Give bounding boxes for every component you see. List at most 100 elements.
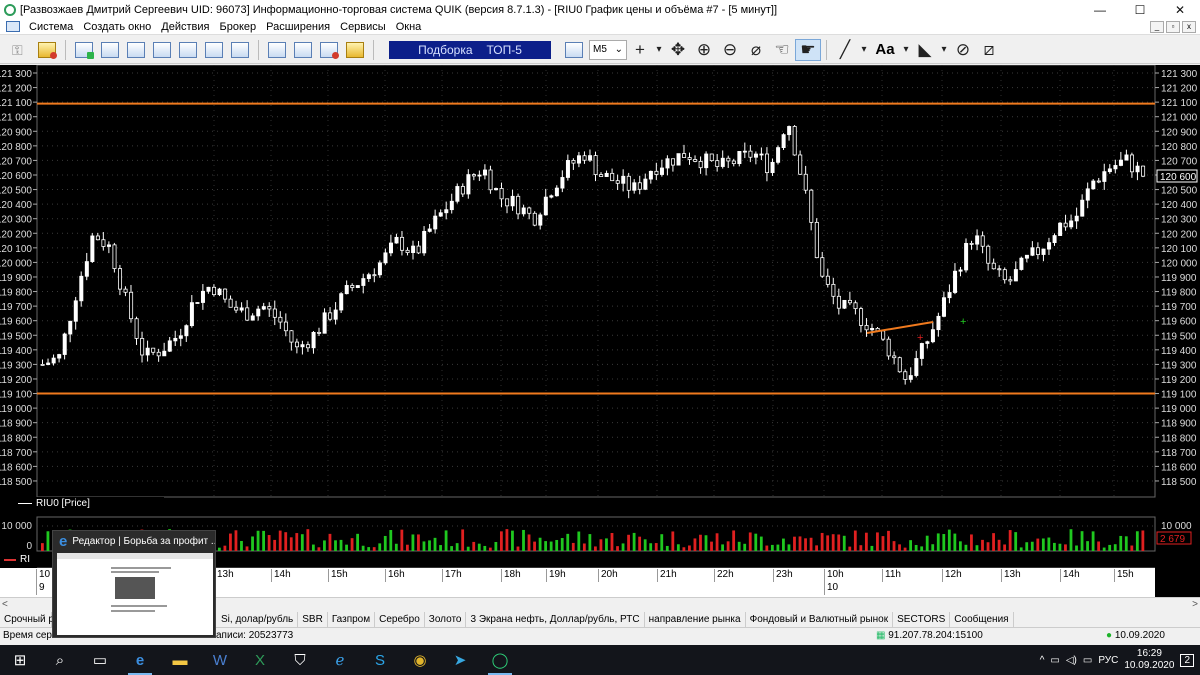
volume-bar [350,538,354,551]
quik-taskbar-icon[interactable]: ◯ [480,645,520,675]
menu-system[interactable]: Система [24,21,78,33]
store-icon[interactable]: ⛉ [280,645,320,675]
file-explorer-icon[interactable]: ▬ [160,645,200,675]
workspace-tab[interactable]: Фондовый и Валютный рынок [746,611,894,627]
ie-icon[interactable]: ℯ [320,645,360,675]
candle-up [776,147,781,163]
time-axis-label: 16h [385,569,442,582]
maximize-button[interactable]: ☐ [1120,0,1160,19]
scroll-left-icon[interactable]: < [2,599,8,610]
candle-down [123,288,128,293]
taskbar-thumbnail-preview[interactable]: e Редактор | Борьба за профит ... [52,530,216,638]
mdi-restore-button[interactable]: ▫ [1166,20,1180,33]
network-icon[interactable]: ▭ [1050,655,1059,666]
windows-start-icon[interactable]: ⊞ [0,645,40,675]
menu-new-window[interactable]: Создать окно [78,21,156,33]
hide-objects-icon[interactable]: ⊘ [950,40,976,60]
keyboard-language[interactable]: РУС [1098,655,1118,666]
candle-down [859,308,864,326]
volume-bar [737,541,741,551]
connect-button[interactable]: ⚿ [9,39,33,61]
workspace-tab[interactable]: Срочный р [0,611,54,627]
mdi-minimize-button[interactable]: _ [1150,20,1164,33]
word-icon[interactable]: W [200,645,240,675]
workspace-tab[interactable]: SBR [298,611,328,627]
chrome-icon[interactable]: ◉ [400,645,440,675]
volume-bar [439,545,442,551]
system-menu-icon[interactable] [6,21,20,32]
workspace-tab[interactable]: 3 Экрана нефть, Доллар/рубль, РТС [466,611,645,627]
volume-bar [522,529,525,551]
move-icon[interactable]: ✥ [665,40,691,60]
task-view-icon[interactable]: ▭ [80,645,120,675]
close-button[interactable]: ✕ [1160,0,1200,19]
volume-bar [284,532,288,551]
volume-bar [1119,535,1123,551]
search-icon[interactable]: ⌕ [40,645,80,675]
new-chart-button[interactable] [98,39,122,61]
crosshair-icon[interactable]: + [627,40,653,60]
candle-up [676,153,681,166]
minimize-button[interactable]: — [1080,0,1120,19]
menu-actions[interactable]: Действия [156,21,214,33]
volume-bar [837,534,841,551]
hand-icon[interactable]: ☜ [769,40,795,60]
workspace-tab[interactable]: Si, долар/рубль [217,611,299,627]
workspace-tab[interactable]: SECTORS [893,611,951,627]
workspace-tab[interactable]: Газпром [328,611,376,627]
menu-windows[interactable]: Окна [391,21,427,33]
price-axis-label-left: 120 600 [0,171,32,182]
volume-icon[interactable]: ◁) [1066,655,1077,666]
candle-down [709,153,714,162]
chevron-down-icon[interactable]: ▾ [653,44,665,55]
price-axis-label-left: 120 500 [0,186,32,197]
new-order-button[interactable] [265,39,289,61]
portfolio-button[interactable] [343,39,367,61]
menu-services[interactable]: Сервисы [335,21,391,33]
notifications-icon[interactable]: 2 [1180,653,1194,667]
candle-up [494,188,499,191]
edge-icon[interactable]: e [120,645,160,675]
text-tool-button[interactable]: Aa [870,41,900,58]
candle-down [1008,279,1013,282]
selection-dropdown[interactable]: Подборка ТОП-5 [389,40,551,59]
delete-table-button[interactable] [228,39,252,61]
erase-icon[interactable]: ⧄ [976,40,1002,60]
volume-bar [472,541,476,551]
excel-icon[interactable]: X [240,645,280,675]
chevron-down-icon[interactable]: ▾ [938,44,950,55]
scroll-right-icon[interactable]: > [1192,599,1198,610]
interval-select[interactable]: M5 ⌄ [589,39,627,60]
price-chart[interactable]: 121 300 121 300 121 200 121 200 121 100 121 1… [0,65,1200,597]
workspace-tab[interactable]: Сообщения [950,611,1014,627]
candle-up [588,155,593,161]
workspace-tab[interactable]: Серебро [375,611,425,627]
mdi-close-button[interactable]: x [1182,20,1196,33]
new-table-button[interactable] [72,39,96,61]
orders-button[interactable] [150,39,174,61]
disconnect-button[interactable] [35,39,59,61]
battery-icon[interactable]: ▭ [1083,655,1092,666]
taskbar-clock[interactable]: 16:29 10.09.2020 [1124,648,1174,672]
workspace-tab[interactable]: Золото [425,611,467,627]
line-tool-icon[interactable]: ╱ [832,40,858,60]
marker-icon[interactable]: ◣ [912,40,938,60]
menu-broker[interactable]: Брокер [215,21,262,33]
menu-extensions[interactable]: Расширения [261,21,335,33]
zoom-out-icon[interactable]: ⊖ [717,40,743,60]
ruler-icon[interactable]: ⌀ [743,40,769,60]
quotes-button[interactable] [124,39,148,61]
skype-icon[interactable]: S [360,645,400,675]
chevron-down-icon[interactable]: ▾ [900,44,912,55]
trades-button[interactable] [176,39,200,61]
telegram-icon[interactable]: ➤ [440,645,480,675]
grab-icon[interactable]: ☛ [795,38,821,61]
money-button[interactable] [317,39,341,61]
stop-order-button[interactable] [291,39,315,61]
zoom-in-icon[interactable]: ⊕ [691,40,717,60]
workspace-tab[interactable]: направление рынка [645,611,746,627]
chart-type-button[interactable] [562,39,586,61]
chevron-down-icon[interactable]: ▾ [858,44,870,55]
tray-chevron-up-icon[interactable]: ^ [1040,655,1045,666]
search-table-button[interactable] [202,39,226,61]
